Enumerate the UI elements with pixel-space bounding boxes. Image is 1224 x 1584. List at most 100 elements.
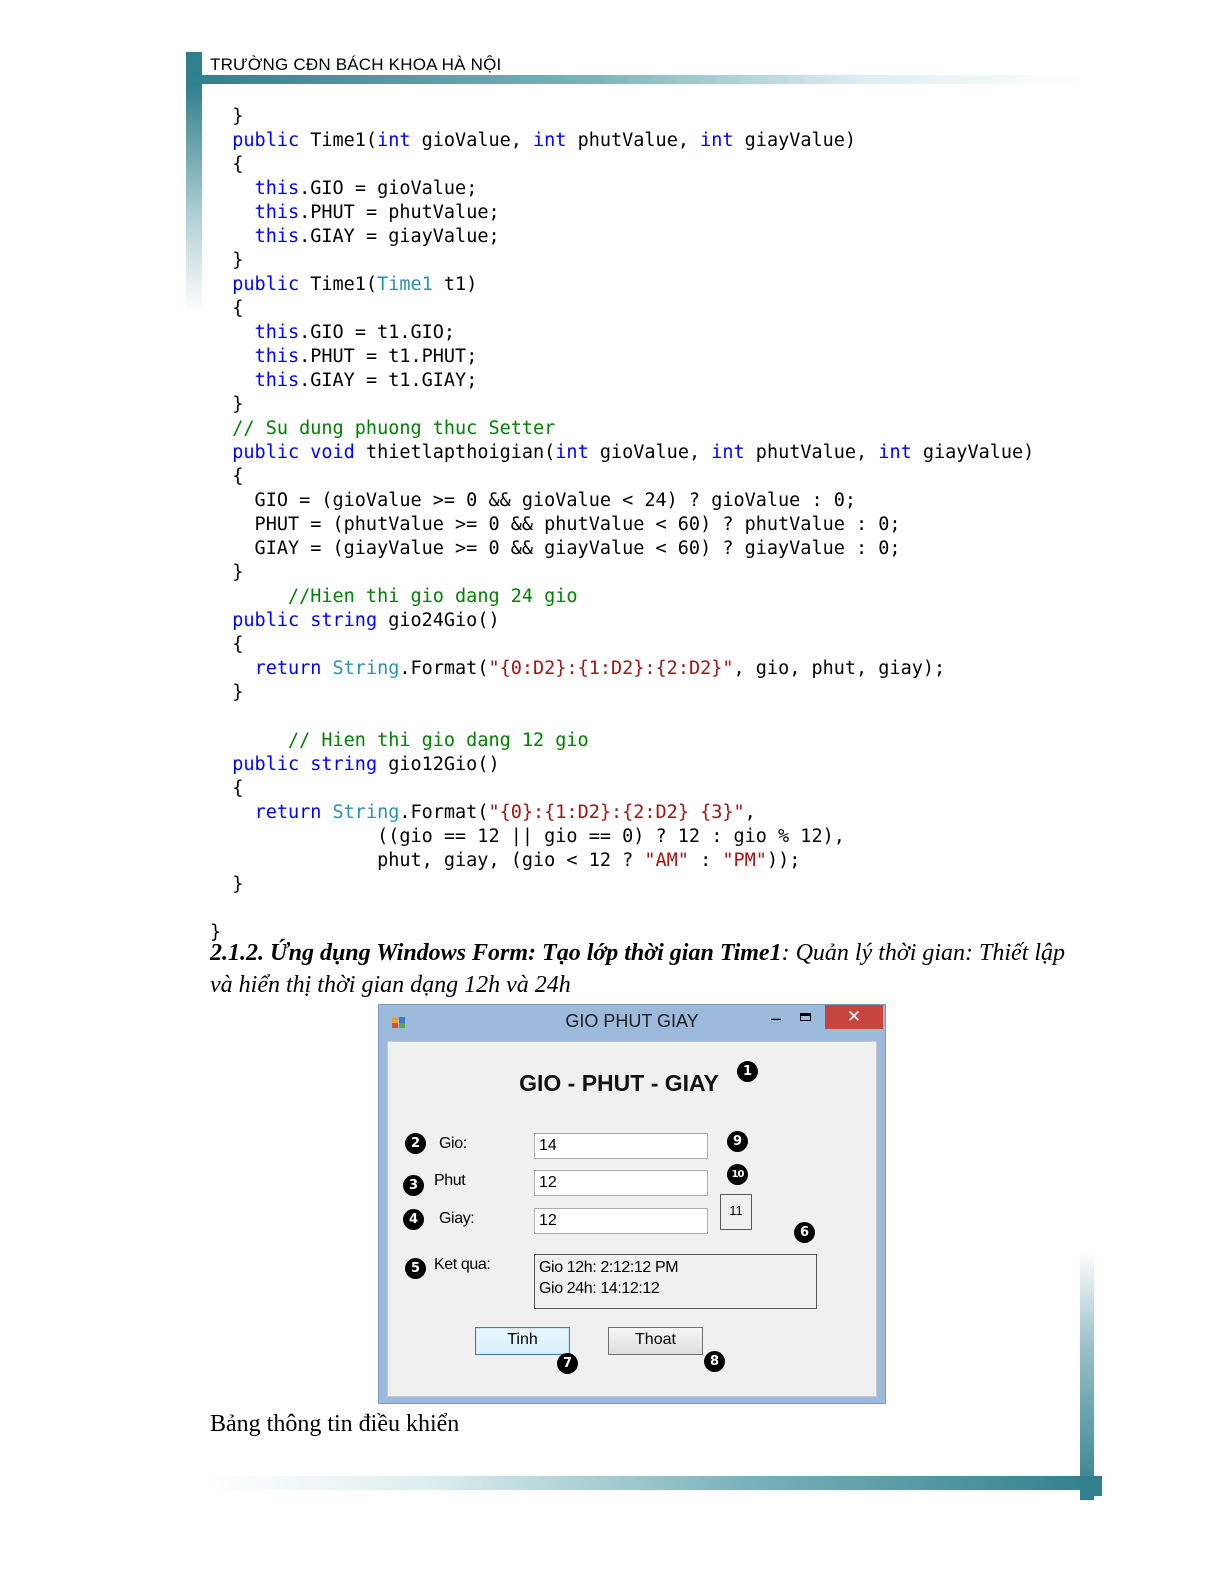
gio-input[interactable]: 14: [534, 1133, 708, 1159]
code-token: gio24Gio(): [377, 610, 500, 631]
code-line: // Hien thi gio dang 12 gio: [210, 729, 1090, 753]
code-token: int: [878, 442, 912, 463]
code-token: .GIAY = t1.GIAY;: [299, 370, 478, 391]
code-token: .PHUT = phutValue;: [299, 202, 500, 223]
code-token: this: [254, 370, 300, 391]
app-window: GIO PHUT GIAY – ✕ GIO - PHUT - GIAY 1 2 …: [378, 1004, 886, 1404]
code-token: .GIO = t1.GIO;: [299, 322, 456, 343]
maximize-icon[interactable]: [793, 1007, 819, 1031]
close-icon[interactable]: ✕: [825, 1005, 883, 1029]
code-line: {: [210, 297, 1090, 321]
code-line: //Hien thi gio dang 24 gio: [210, 585, 1090, 609]
code-token: void: [310, 442, 355, 463]
code-token: this: [254, 226, 300, 247]
code-line: }: [210, 105, 1090, 129]
code-token: }: [210, 394, 244, 415]
code-token: gioValue,: [410, 130, 534, 151]
code-line: }: [210, 393, 1090, 417]
code-line: {: [210, 465, 1090, 489]
code-token: return: [254, 658, 322, 679]
result-12h: Gio 12h: 2:12:12 PM: [539, 1259, 679, 1276]
thoat-button[interactable]: Thoat: [608, 1327, 703, 1355]
code-token: ));: [766, 850, 801, 871]
section-heading: 2.1.2. Ứng dụng Windows Form: Tạo lớp th…: [210, 937, 1070, 1001]
code-line: }: [210, 561, 1090, 585]
code-line: this.PHUT = t1.PHUT;: [210, 345, 1090, 369]
code-token: string: [310, 754, 378, 775]
code-token: string: [310, 610, 378, 631]
code-token: public: [232, 442, 300, 463]
code-token: String: [332, 802, 400, 823]
code-line: public Time1(Time1 t1): [210, 273, 1090, 297]
code-token: return: [254, 802, 322, 823]
page-header: TRƯỜNG CĐN BÁCH KHOA HÀ NỘI: [210, 55, 502, 74]
code-token: phut, giay, (gio < 12 ?: [210, 850, 645, 871]
code-token: , gio, phut, giay);: [733, 658, 946, 679]
code-token: :: [688, 850, 723, 871]
code-line: }: [210, 873, 1090, 897]
form-title: GIO - PHUT - GIAY: [519, 1070, 719, 1096]
code-token: t1): [432, 274, 478, 295]
code-token: phutValue,: [744, 442, 879, 463]
code-token: .PHUT = t1.PHUT;: [299, 346, 478, 367]
code-token: String: [332, 658, 400, 679]
marker-5: 5: [405, 1258, 426, 1279]
window-titlebar[interactable]: GIO PHUT GIAY – ✕: [379, 1005, 885, 1039]
caption: Bảng thông tin điều khiển: [210, 1411, 460, 1437]
code-line: {: [210, 153, 1090, 177]
result-box: Gio 12h: 2:12:12 PM Gio 24h: 14:12:12: [534, 1254, 817, 1309]
tinh-button[interactable]: Tinh: [475, 1327, 570, 1355]
frame-left-fade: [186, 84, 202, 314]
marker-3: 3: [403, 1175, 424, 1196]
code-token: // Hien thi gio dang 12 gio: [287, 730, 589, 751]
code-line: GIO = (gioValue >= 0 && gioValue < 24) ?…: [210, 489, 1090, 513]
code-token: int: [533, 130, 567, 151]
frame-top-rule: [186, 75, 1086, 84]
code-token: gio12Gio(): [377, 754, 500, 775]
code-line: }: [210, 681, 1090, 705]
code-token: thietlapthoigian(: [354, 442, 556, 463]
code-token: "{0:D2}:{1:D2}:{2:D2}": [488, 658, 734, 679]
code-token: Time1(: [299, 130, 378, 151]
code-line: public void thietlapthoigian(int gioValu…: [210, 441, 1090, 465]
code-token: {: [210, 634, 244, 655]
phut-input[interactable]: 12: [534, 1170, 708, 1196]
code-line: {: [210, 777, 1090, 801]
giay-input[interactable]: 12: [534, 1208, 708, 1234]
code-line: this.PHUT = phutValue;: [210, 201, 1090, 225]
code-token: {: [210, 298, 244, 319]
code-token: .GIAY = giayValue;: [299, 226, 500, 247]
code-token: ((gio == 12 || gio == 0) ? 12 : gio % 12…: [210, 826, 845, 847]
code-token: public: [232, 274, 300, 295]
code-line: }: [210, 249, 1090, 273]
code-token: .GIO = gioValue;: [299, 178, 478, 199]
code-listing: } public Time1(int gioValue, int phutVal…: [210, 105, 1090, 945]
code-token: this: [254, 178, 300, 199]
code-token: int: [377, 130, 411, 151]
code-token: "AM": [644, 850, 689, 871]
code-line: PHUT = (phutValue >= 0 && phutValue < 60…: [210, 513, 1090, 537]
frame-bottom-rule: [205, 1476, 1102, 1490]
minimize-icon[interactable]: –: [763, 1007, 789, 1031]
code-token: "PM": [722, 850, 767, 871]
code-line: return String.Format("{0}:{1:D2}:{2:D2} …: [210, 801, 1090, 825]
section-heading-bold: 2.1.2. Ứng dụng Windows Form: Tạo lớp th…: [210, 940, 782, 966]
marker-4: 4: [403, 1209, 424, 1230]
code-token: Time1(: [299, 274, 378, 295]
